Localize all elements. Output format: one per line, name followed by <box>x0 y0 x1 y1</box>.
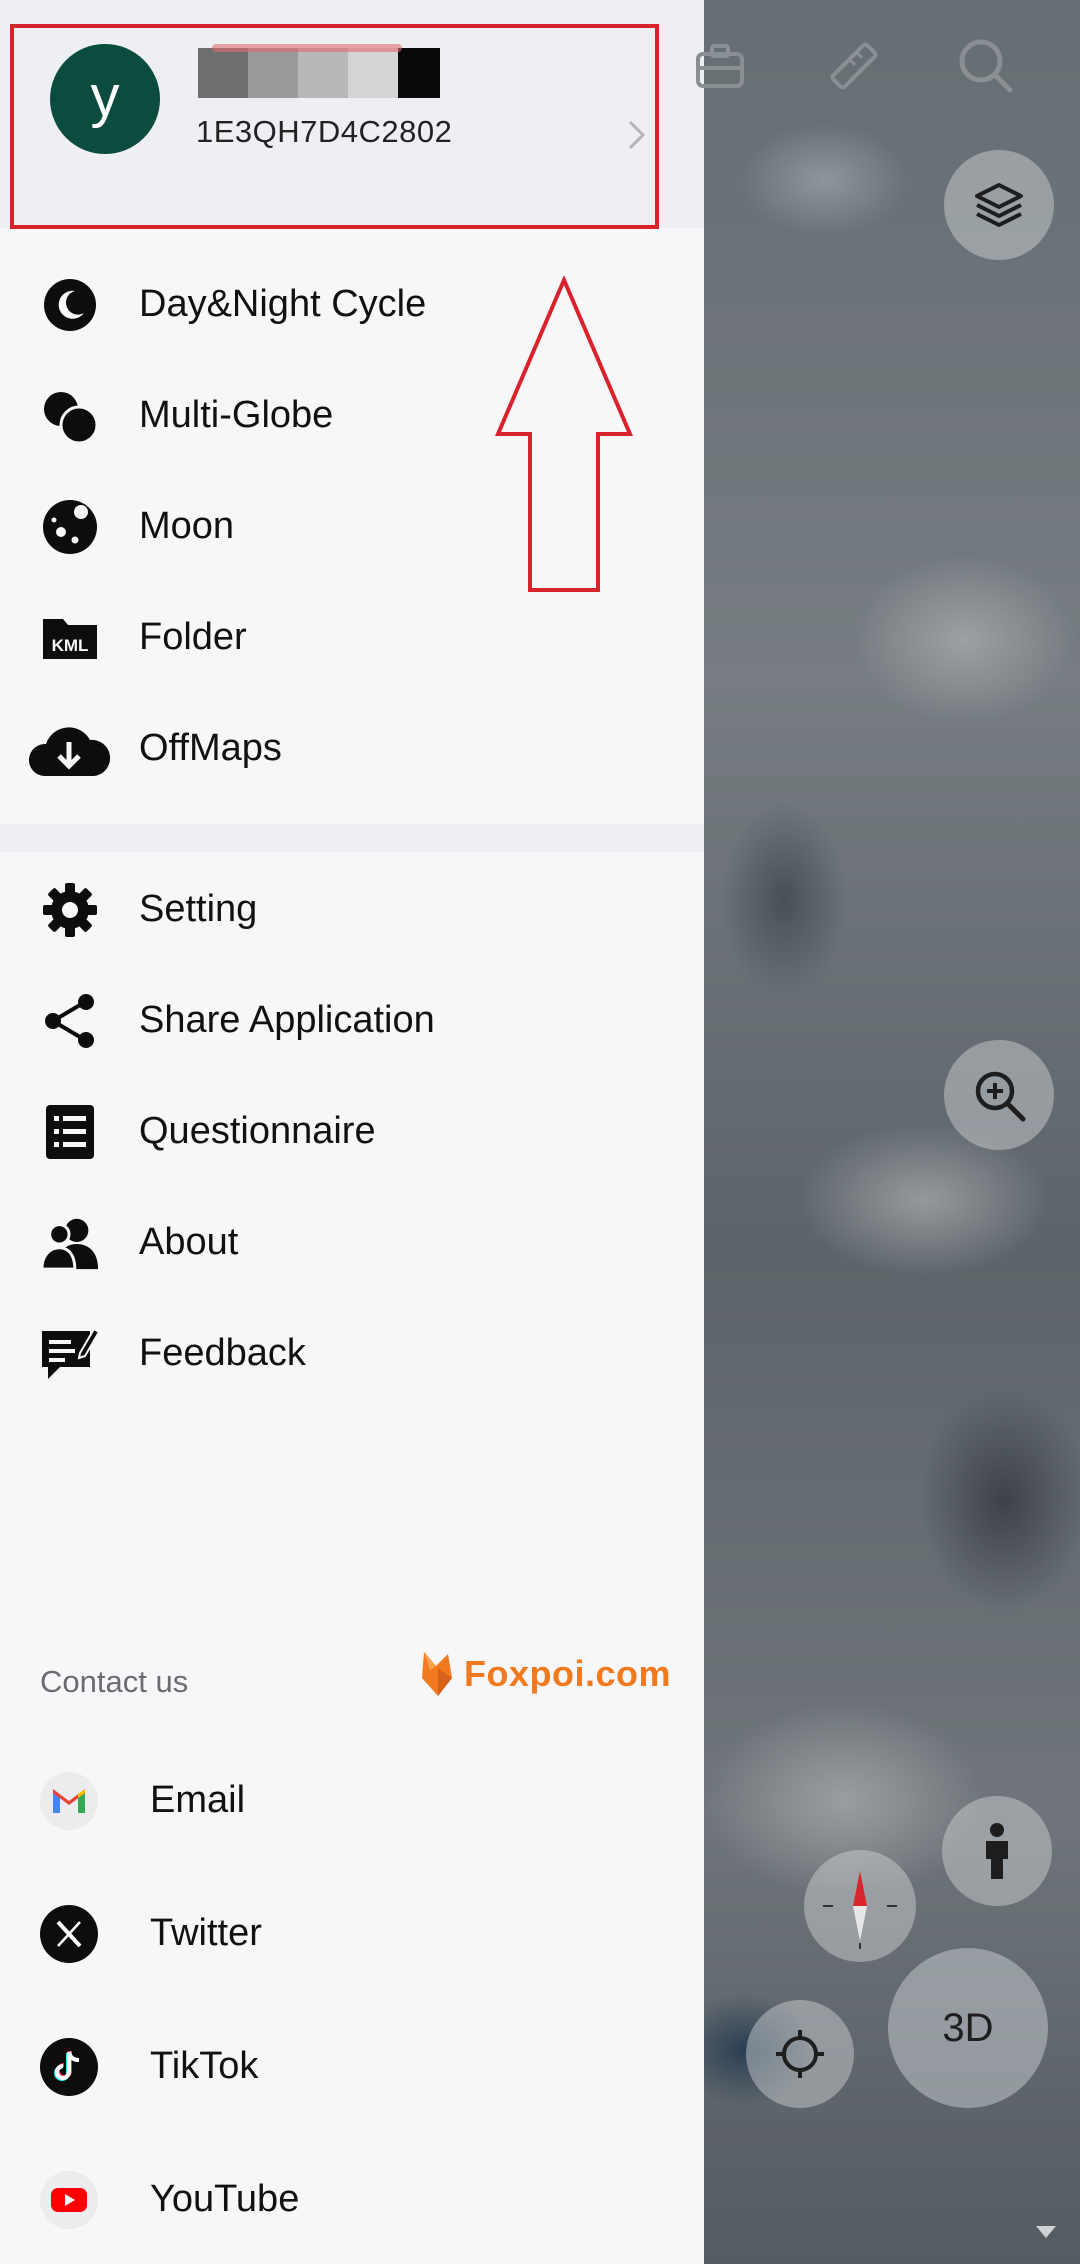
toolbox-icon[interactable] <box>690 40 750 96</box>
contact-item-twitter[interactable]: Twitter <box>0 1867 704 2000</box>
fox-icon <box>422 1652 452 1696</box>
3d-mode-label: 3D <box>942 2005 994 2050</box>
menu-item-folder[interactable]: KML Folder <box>0 582 704 693</box>
kml-folder-icon: KML <box>40 608 100 668</box>
street-view-button[interactable] <box>942 1796 1052 1906</box>
tiktok-icon <box>40 2037 98 2096</box>
layers-button[interactable] <box>944 150 1054 260</box>
contact-label: Email <box>150 1779 246 1821</box>
menu-item-label: About <box>139 1221 239 1263</box>
contact-label: Twitter <box>150 1912 262 1954</box>
moon-icon <box>40 497 100 557</box>
foxpoi-logo[interactable]: Foxpoi.com <box>418 1650 671 1698</box>
moon-crescent-icon <box>40 275 100 335</box>
menu-item-about[interactable]: About <box>0 1187 704 1298</box>
navigation-drawer: y 1E3QH7D4C2802 Day&Night Cycle Multi-Gl… <box>0 0 704 2264</box>
contact-label: TikTok <box>150 2045 259 2087</box>
contact-item-youtube[interactable]: YouTube <box>0 2133 704 2264</box>
menu-item-label: Moon <box>139 505 235 547</box>
menu-item-label: Folder <box>139 616 247 658</box>
menu-secondary: Setting Share Application Questionnaire … <box>0 854 704 1409</box>
feedback-icon <box>40 1324 100 1384</box>
list-icon <box>40 1102 100 1162</box>
share-icon <box>40 991 100 1051</box>
menu-item-label: OffMaps <box>139 727 282 769</box>
foxpoi-brand: Foxpoi.com <box>464 1653 672 1694</box>
map-view[interactable]: 3D <box>696 0 1080 2264</box>
search-icon[interactable] <box>954 34 1018 98</box>
menu-item-label: Multi-Globe <box>139 394 334 436</box>
cloud-download-icon <box>26 719 112 779</box>
svg-text:KML: KML <box>52 636 89 655</box>
menu-item-label: Feedback <box>139 1332 306 1374</box>
gear-icon <box>40 880 100 940</box>
contact-label: YouTube <box>150 2178 300 2220</box>
menu-primary: Day&Night Cycle Multi-Globe Moon KML Fol… <box>0 249 704 804</box>
section-divider <box>0 824 704 852</box>
zoom-in-icon <box>975 1071 1026 1122</box>
contact-title: Contact us <box>40 1664 189 1699</box>
menu-item-multi-globe[interactable]: Multi-Globe <box>0 360 704 471</box>
menu-item-label: Share Application <box>139 999 435 1041</box>
menu-item-moon[interactable]: Moon <box>0 471 704 582</box>
menu-item-offmaps[interactable]: OffMaps <box>0 693 704 804</box>
zoom-in-button[interactable] <box>944 1040 1054 1150</box>
contact-list: Email Twitter TikTok YouTube <box>0 1734 704 2264</box>
compass-icon <box>823 1871 897 1949</box>
youtube-icon <box>40 2170 98 2229</box>
menu-item-label: Setting <box>139 888 258 930</box>
3d-mode-button[interactable]: 3D <box>888 1948 1048 2108</box>
layers-icon <box>975 183 1023 227</box>
menu-item-feedback[interactable]: Feedback <box>0 1298 704 1409</box>
gmail-icon <box>40 1771 98 1830</box>
people-icon <box>40 1213 100 1273</box>
menu-item-label: Day&Night Cycle <box>139 283 427 325</box>
menu-item-label: Questionnaire <box>139 1110 376 1152</box>
highlight-box <box>10 24 659 229</box>
chevron-down-icon[interactable] <box>1034 2224 1058 2245</box>
person-icon <box>986 1823 1008 1879</box>
my-location-button[interactable] <box>746 2000 854 2108</box>
menu-item-share-application[interactable]: Share Application <box>0 965 704 1076</box>
multi-globe-icon <box>40 386 100 446</box>
crosshair-icon <box>776 2030 824 2078</box>
compass-button[interactable] <box>804 1850 916 1962</box>
contact-item-tiktok[interactable]: TikTok <box>0 2000 704 2133</box>
contact-item-email[interactable]: Email <box>0 1734 704 1867</box>
menu-item-setting[interactable]: Setting <box>0 854 704 965</box>
x-icon <box>40 1904 98 1963</box>
menu-item-day-night-cycle[interactable]: Day&Night Cycle <box>0 249 704 360</box>
menu-item-questionnaire[interactable]: Questionnaire <box>0 1076 704 1187</box>
ruler-icon[interactable] <box>824 36 884 96</box>
